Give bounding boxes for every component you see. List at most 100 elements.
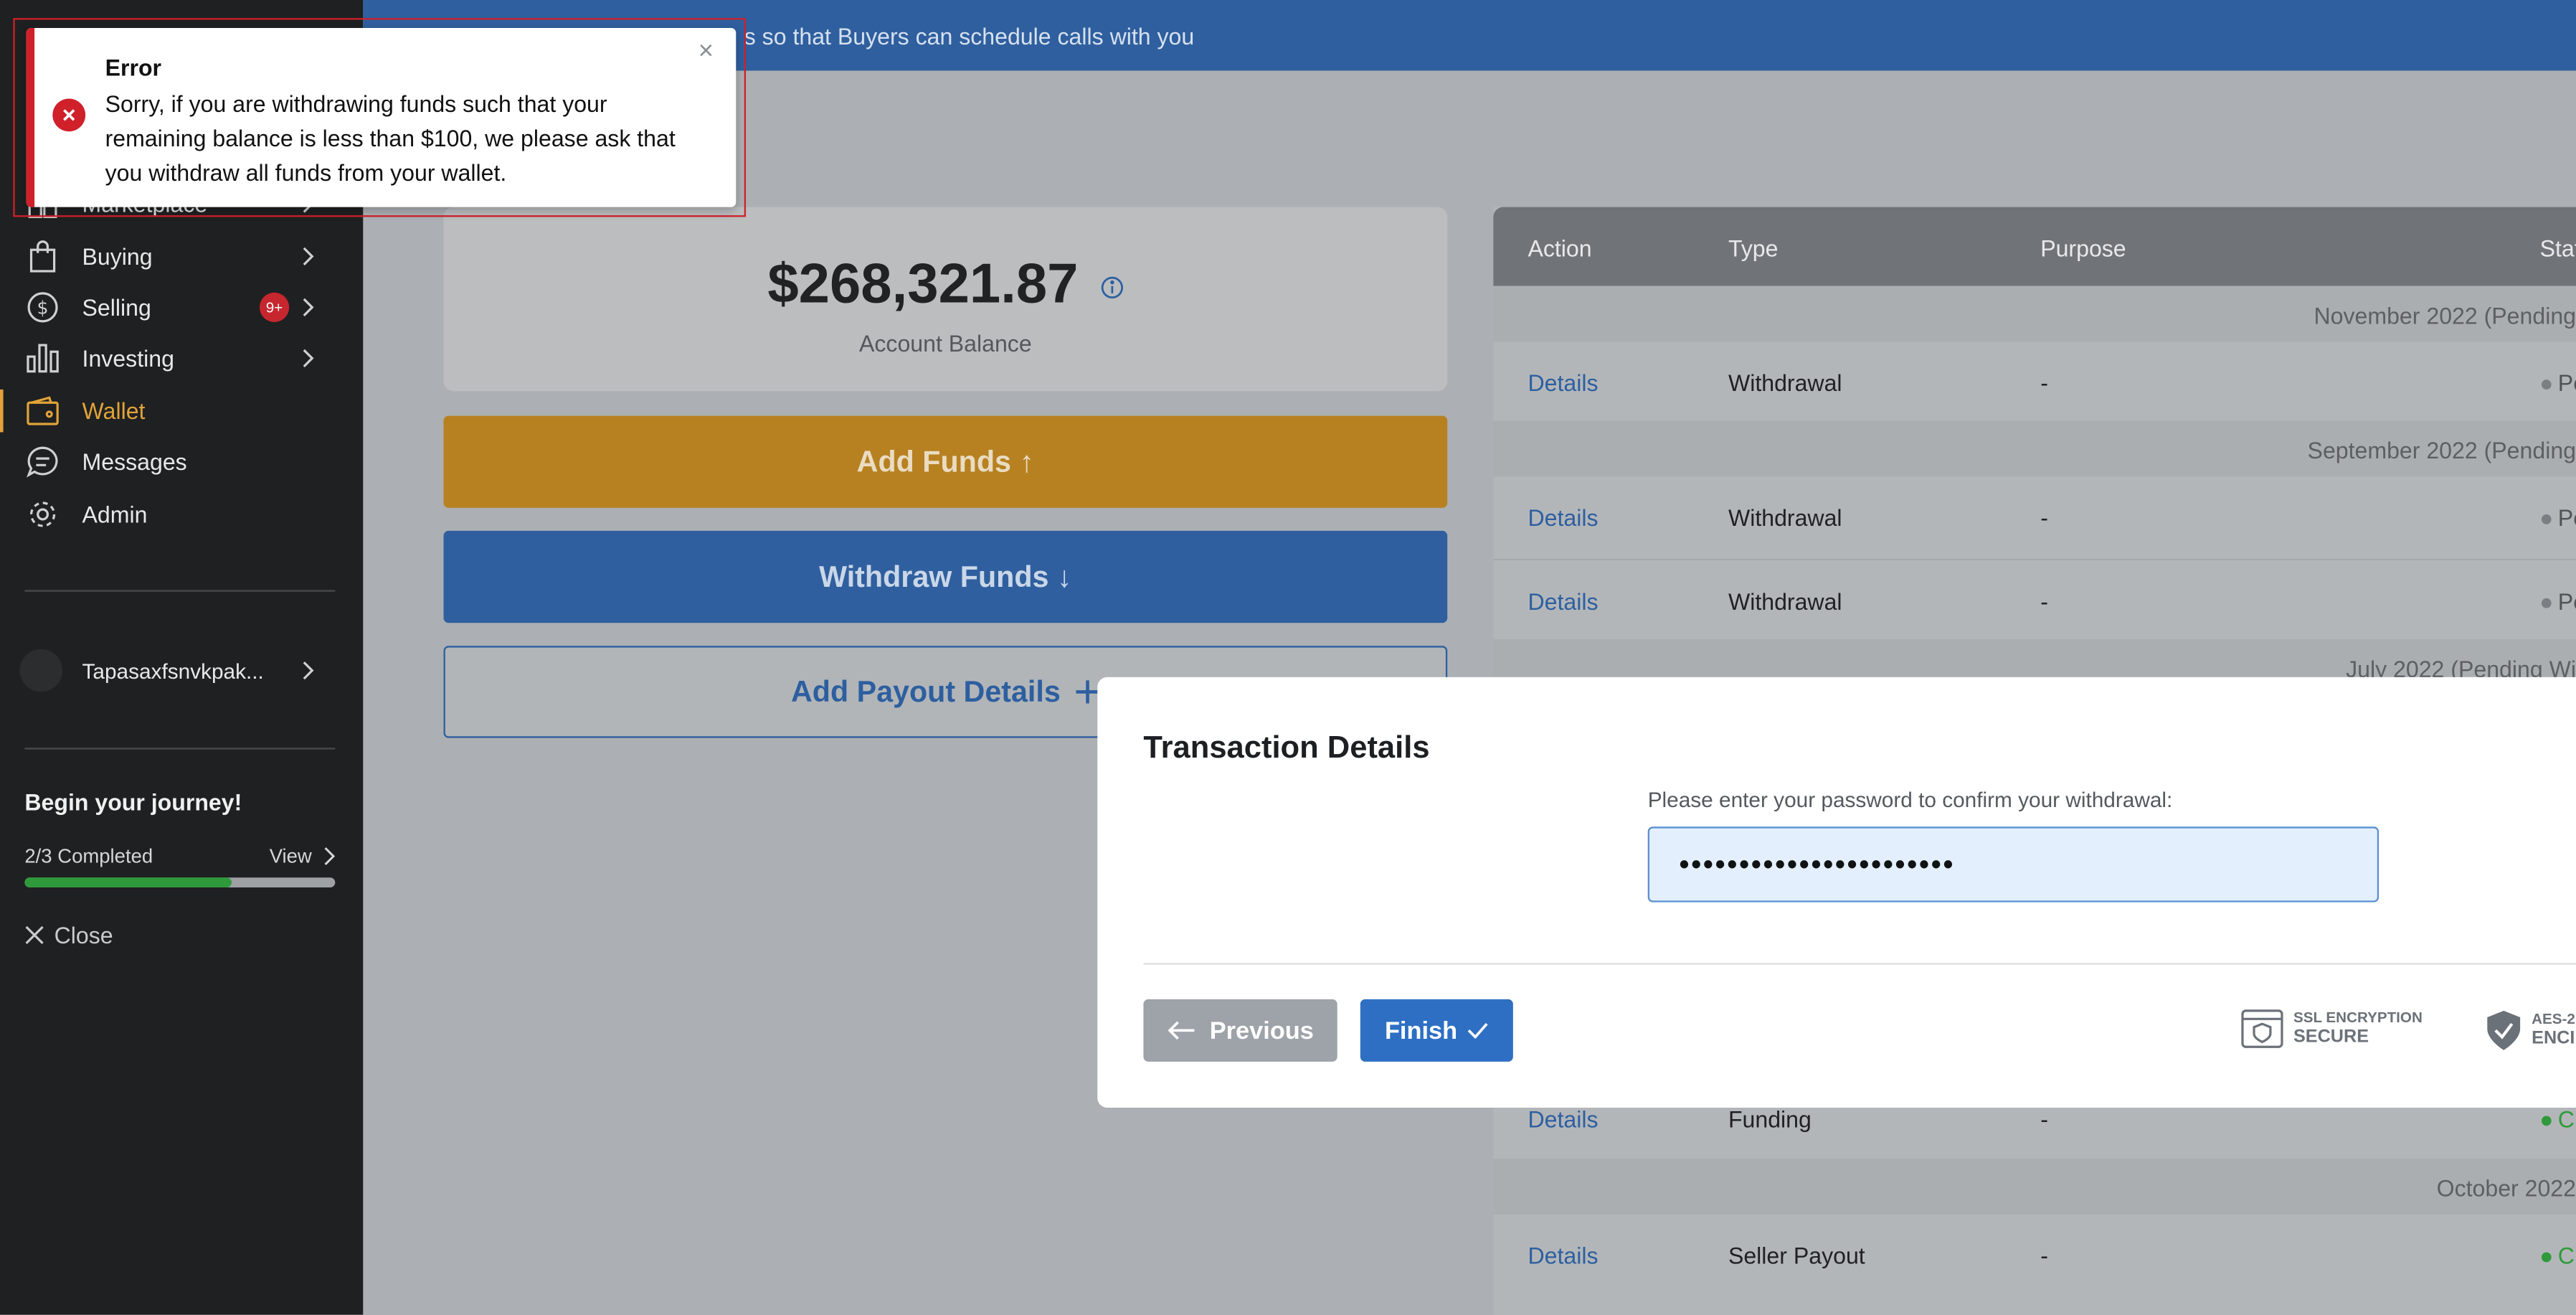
sidebar-item-label: Selling [82, 294, 151, 321]
close-icon[interactable]: × [699, 38, 714, 67]
table-row: Details Seller Payout - C [1493, 1215, 2576, 1293]
arrow-left-icon [1168, 1021, 1195, 1040]
transaction-details-modal: Transaction Details Please enter your pa… [1097, 677, 2576, 1108]
details-link[interactable]: Details [1528, 1243, 1598, 1269]
password-input[interactable] [1647, 826, 2380, 902]
chevron-right-icon [303, 349, 314, 367]
row-type: Withdrawal [1728, 504, 1842, 531]
status-text: Pe [2557, 588, 2576, 615]
modal-divider [1143, 963, 2576, 965]
status-dot [2541, 380, 2552, 390]
details-link[interactable]: Details [1528, 504, 1598, 531]
close-icon [25, 925, 44, 945]
balance-card: $268,321.87 Account Balance [443, 207, 1448, 392]
status-dot [2541, 598, 2552, 609]
sidebar-item-wallet[interactable]: Wallet [0, 386, 363, 435]
toast-message: Sorry, if you are withdrawing funds such… [105, 90, 676, 186]
finish-label: Finish [1384, 1016, 1458, 1045]
withdraw-funds-button[interactable]: Withdraw Funds ↓ [443, 530, 1448, 623]
wallet-icon [27, 395, 60, 428]
status-dot [2541, 1116, 2552, 1126]
close-journey-button[interactable]: Close [24, 922, 113, 948]
table-row: Details Withdrawal - Pe [1493, 476, 2576, 555]
column-header-type: Type [1728, 235, 1779, 262]
details-link[interactable]: Details [1528, 369, 1598, 396]
finish-button[interactable]: Finish [1360, 999, 1513, 1062]
sidebar-item-messages[interactable]: Messages [0, 437, 363, 486]
journey-view-label: View [269, 844, 312, 868]
sidebar-item-admin[interactable]: Admin [0, 490, 363, 539]
notification-badge: 9+ [259, 292, 290, 322]
balance-amount: $268,321.87 [444, 253, 1448, 317]
sidebar-item-buying[interactable]: Buying [0, 232, 363, 281]
journey-progress-bar [24, 877, 336, 888]
row-purpose: - [2040, 588, 2048, 615]
status-text: C [2557, 1242, 2575, 1269]
chat-bubble-icon [27, 446, 60, 479]
row-purpose: - [2040, 504, 2048, 531]
shield-check-icon [2487, 1010, 2521, 1050]
sidebar-item-label: Buying [82, 243, 153, 270]
divider [24, 748, 336, 750]
status-text: Pe [2557, 369, 2576, 397]
dollar-circle-icon: $ [27, 291, 60, 324]
withdraw-funds-label: Withdraw Funds ↓ [819, 560, 1072, 593]
error-toast: Error Sorry, if you are withdrawing fund… [26, 27, 737, 207]
row-status: Pe [2541, 369, 2576, 397]
details-link[interactable]: Details [1528, 588, 1598, 615]
group-label: September 2022 (Pending [2307, 437, 2576, 464]
modal-title: Transaction Details [1143, 731, 1430, 766]
chevron-right-icon [324, 847, 335, 866]
gear-icon [27, 498, 60, 531]
add-payout-label: Add Payout Details [790, 674, 1061, 708]
user-menu[interactable]: Tapasaxfsnvkpak... [0, 646, 363, 695]
group-label: November 2022 (Pending [2314, 302, 2576, 329]
plus-icon [1075, 680, 1099, 704]
chevron-right-icon [303, 298, 314, 316]
aes-small-text: AES-2 [2532, 1010, 2575, 1027]
close-label: Close [54, 922, 113, 948]
column-header-action: Action [1528, 235, 1592, 262]
avatar [19, 649, 63, 692]
sidebar-item-label: Investing [82, 345, 174, 372]
password-prompt: Please enter your password to confirm yo… [1647, 787, 2173, 812]
status-text: Pe [2557, 504, 2576, 531]
toast-title: Error [105, 54, 162, 81]
info-icon[interactable] [1100, 276, 1123, 299]
bar-chart-icon [27, 341, 60, 374]
aes-badge: AES-2 ENCI [2486, 1009, 2575, 1052]
row-purpose: - [2040, 369, 2048, 397]
group-label: October 2022 [2436, 1174, 2576, 1202]
row-status: C [2541, 1242, 2575, 1269]
balance-value: $268,321.87 [767, 253, 1079, 316]
group-header: October 2022 [1493, 1159, 2576, 1215]
journey-title: Begin your journey! [24, 788, 242, 816]
balance-label: Account Balance [858, 330, 1032, 357]
row-status: C [2541, 1106, 2575, 1133]
sidebar-item-investing[interactable]: Investing [0, 334, 363, 383]
sidebar-item-selling[interactable]: $ Selling 9+ [0, 283, 363, 332]
ssl-lock-icon [2241, 1009, 2283, 1048]
row-type: Funding [1728, 1106, 1812, 1133]
svg-text:$: $ [37, 298, 49, 319]
journey-view-link[interactable]: View [269, 844, 335, 868]
previous-button[interactable]: Previous [1143, 999, 1337, 1062]
group-header: September 2022 (Pending [1493, 420, 2576, 477]
ssl-small-text: SSL ENCRYPTION [2293, 1009, 2423, 1026]
announcement-text: s so that Buyers can schedule calls with… [744, 23, 1195, 50]
row-type: Withdrawal [1728, 369, 1842, 397]
column-header-purpose: Purpose [2040, 235, 2126, 262]
table-row: Details Withdrawal - Pe [1493, 558, 2576, 639]
row-type: Seller Payout [1728, 1242, 1865, 1269]
add-funds-button[interactable]: Add Funds ↑ [443, 415, 1448, 508]
details-link[interactable]: Details [1528, 1106, 1598, 1133]
sidebar-item-label: Wallet [82, 397, 146, 425]
toast-accent-bar [26, 27, 35, 207]
ssl-badge: SSL ENCRYPTION SECURE [2241, 1009, 2423, 1049]
row-purpose: - [2040, 1242, 2048, 1269]
row-status: Pe [2541, 504, 2576, 531]
row-type: Withdrawal [1728, 588, 1842, 615]
status-text: C [2557, 1106, 2575, 1133]
table-row: Details Withdrawal - Pe [1493, 341, 2576, 420]
divider [24, 590, 336, 592]
